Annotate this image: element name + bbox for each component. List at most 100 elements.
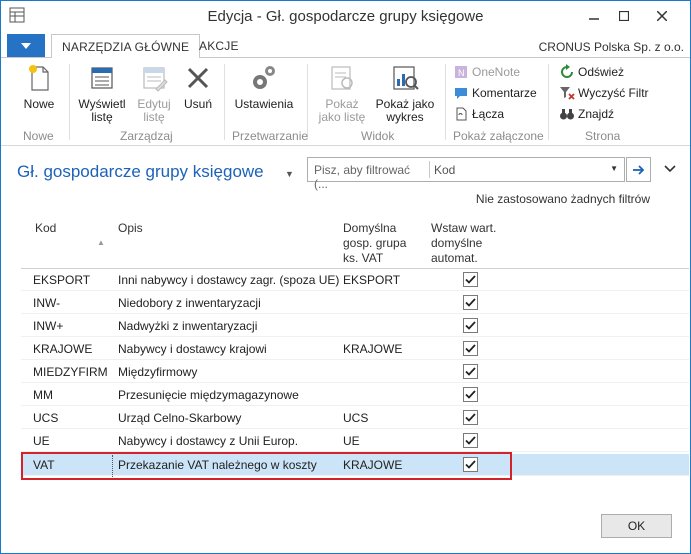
cell-description: Nabywcy i dostawcy krajowi — [118, 342, 267, 356]
cell-description: Międzyfirmowy — [118, 365, 198, 379]
checkmark-icon — [465, 367, 476, 376]
column-header-vat-group-line2: gosp. grupa — [343, 236, 407, 250]
page-title: Gł. gospodarcze grupy księgowe — [17, 162, 264, 181]
delete-x-icon — [187, 67, 209, 89]
maximize-button[interactable] — [609, 1, 639, 31]
group-label-page: Strona — [585, 129, 621, 143]
filter-input[interactable]: Pisz, aby filtrować (... — [314, 163, 426, 191]
checkmark-icon — [465, 321, 476, 330]
find-button[interactable]: Znajdź — [559, 105, 614, 123]
list-search-icon — [331, 66, 353, 90]
ribbon-tab-bar: NARZĘDZIA GŁÓWNE AKCJE CRONUS Polska Sp.… — [1, 32, 690, 59]
checkmark-icon — [465, 275, 476, 284]
auto-insert-checkbox[interactable] — [463, 295, 478, 310]
column-header-auto-insert-line3: automat. — [431, 251, 478, 265]
onenote-button[interactable]: N OneNote — [453, 63, 520, 81]
separator — [69, 64, 70, 140]
close-icon — [657, 11, 667, 21]
auto-insert-checkbox[interactable] — [463, 433, 478, 448]
table-row[interactable]: MM Przesunięcie międzymagazynowe — [21, 384, 689, 406]
separator — [548, 64, 549, 140]
apply-filter-button[interactable] — [626, 157, 651, 182]
delete-button[interactable]: Usuń — [178, 62, 218, 111]
checkmark-icon — [465, 298, 476, 307]
comments-label: Komentarze — [472, 86, 537, 100]
show-as-chart-button[interactable]: Pokaż jako wykres — [373, 62, 437, 124]
cell-vat-group: UCS — [343, 411, 369, 425]
column-header-code[interactable]: Kod — [35, 221, 56, 236]
auto-insert-checkbox[interactable] — [463, 341, 478, 356]
collapse-chevron-icon[interactable] — [663, 162, 677, 176]
minimize-button[interactable] — [579, 1, 609, 31]
edit-list-icon — [143, 67, 168, 92]
edit-list-button[interactable]: Edytuj listę — [132, 62, 176, 124]
table-row[interactable]: MIEDZYFIRM Międzyfirmowy — [21, 361, 689, 383]
show-list-button[interactable]: Wyświetl listę — [74, 62, 130, 124]
filter-status: Nie zastosowano żadnych filtrów — [475, 192, 650, 206]
minimize-icon — [589, 18, 599, 20]
table-row[interactable]: UE Nabywcy i dostawcy z Unii Europ. UE — [21, 430, 689, 452]
cell-description: Przesunięcie międzymagazynowe — [118, 388, 299, 402]
tab-home[interactable]: NARZĘDZIA GŁÓWNE — [51, 34, 201, 59]
cell-code: INW+ — [33, 319, 64, 333]
column-header-auto-insert-line1: Wstaw wart. — [431, 221, 497, 235]
clear-filter-icon — [560, 87, 575, 100]
table-row[interactable]: KRAJOWE Nabywcy i dostawcy krajowi KRAJO… — [21, 338, 689, 360]
checkmark-icon — [465, 344, 476, 353]
cell-code: UE — [33, 434, 50, 448]
links-label: Łącza — [472, 107, 505, 121]
checkmark-icon — [465, 413, 476, 422]
tab-actions[interactable]: AKCJE — [189, 34, 249, 59]
find-label: Znajdź — [578, 107, 615, 121]
list-view-icon — [91, 67, 113, 89]
ok-button[interactable]: OK — [601, 514, 672, 538]
clear-filter-button[interactable]: Wyczyść Filtr — [559, 84, 649, 102]
new-label: Nowe — [23, 97, 55, 111]
filter-bar: Pisz, aby filtrować (... Kod ▼ — [307, 157, 625, 191]
comments-button[interactable]: Komentarze — [453, 84, 537, 102]
chevron-down-icon[interactable]: ▼ — [610, 164, 618, 173]
cell-code: INW- — [33, 296, 61, 310]
separator — [445, 64, 446, 140]
group-label-view: Widok — [361, 129, 395, 143]
auto-insert-checkbox[interactable] — [463, 272, 478, 287]
show-as-list-button[interactable]: Pokaż jako listę — [313, 62, 371, 124]
column-header-description[interactable]: Opis — [118, 221, 143, 236]
group-label-manage: Zarządzaj — [120, 129, 173, 143]
cell-code: EKSPORT — [33, 273, 91, 287]
group-label-process: Przetwarzanie — [232, 129, 309, 143]
settings-button[interactable]: Ustawienia — [230, 62, 298, 111]
cell-vat-group: EKSPORT — [343, 273, 401, 287]
cell-vat-group: UE — [343, 434, 360, 448]
column-header-auto-insert[interactable]: Wstaw wart. domyślne automat. — [431, 221, 496, 266]
auto-insert-checkbox[interactable] — [463, 387, 478, 402]
table-row[interactable]: UCS Urząd Celno-Skarbowy UCS — [21, 407, 689, 429]
clear-filter-label: Wyczyść Filtr — [578, 86, 649, 100]
column-header-vat-group[interactable]: Domyślna gosp. grupa ks. VAT — [343, 221, 406, 266]
checkmark-icon — [465, 436, 476, 445]
new-button[interactable]: Nowe — [15, 62, 63, 111]
checkmark-icon — [465, 390, 476, 399]
auto-insert-checkbox[interactable] — [463, 364, 478, 379]
filter-field-select[interactable]: Kod — [434, 163, 455, 177]
cell-code: MM — [33, 388, 53, 402]
gears-icon — [253, 66, 275, 89]
ribbon: Nowe Wyświetl listę Edytuj listę Usuń Us… — [1, 58, 690, 146]
delete-label: Usuń — [183, 97, 212, 111]
auto-insert-checkbox[interactable] — [463, 318, 478, 333]
app-menu-button[interactable] — [7, 34, 45, 57]
separator — [224, 64, 225, 140]
title-menu-caret-icon[interactable]: ▼ — [285, 169, 294, 179]
cell-code: KRAJOWE — [33, 342, 93, 356]
table-row[interactable]: INW- Niedobory z inwentaryzacji — [21, 292, 689, 314]
show-as-chart-label: Pokaż jako wykres — [375, 97, 435, 124]
table-row[interactable]: INW+ Nadwyżki z inwentaryzacji — [21, 315, 689, 337]
chevron-down-icon — [21, 42, 31, 49]
cell-code: UCS — [33, 411, 59, 425]
edit-list-label: Edytuj listę — [137, 97, 171, 124]
refresh-button[interactable]: Odśwież — [559, 63, 624, 81]
table-row[interactable]: EKSPORT Inni nabywcy i dostawcy zagr. (s… — [21, 269, 689, 291]
links-button[interactable]: Łącza — [453, 105, 504, 123]
auto-insert-checkbox[interactable] — [463, 410, 478, 425]
close-button[interactable] — [639, 1, 685, 31]
